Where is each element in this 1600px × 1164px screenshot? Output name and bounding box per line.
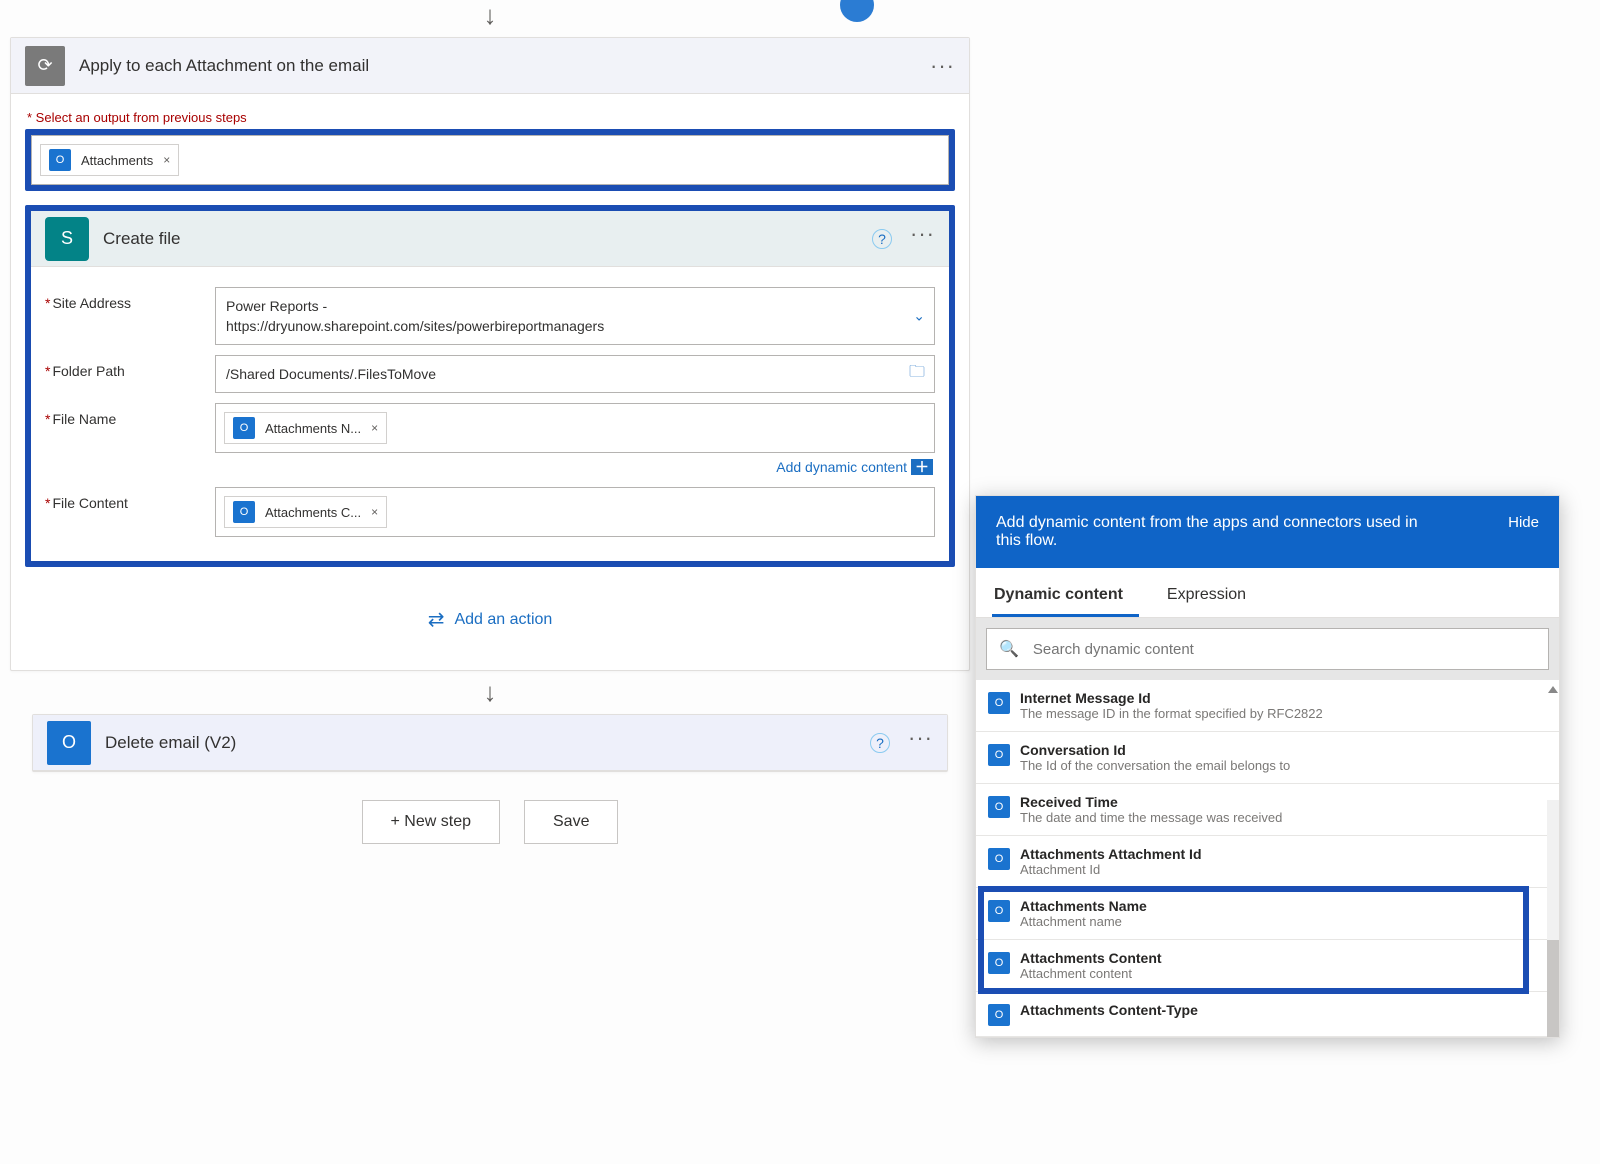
dynamic-content-item[interactable]: O Conversation Id The Id of the conversa… [976,732,1559,784]
file-name-row: *File Name O Attachments N... × [45,403,935,477]
outlook-icon: O [988,796,1010,818]
add-an-action-button[interactable]: ⇄ Add an action [25,567,955,656]
folder-picker-icon[interactable]: 🗀 [909,361,925,388]
dc-item-title: Conversation Id [1020,742,1290,758]
outlook-icon: O [49,149,71,171]
outlook-icon: O [988,1004,1010,1026]
dc-item-description: The Id of the conversation the email bel… [1020,758,1290,773]
loop-icon: ⟳ [25,46,65,86]
outlook-icon: O [988,692,1010,714]
transfer-icon: ⇄ [428,607,445,632]
dc-item-title: Attachments Content-Type [1020,1002,1198,1018]
help-button[interactable]: ? [872,229,892,249]
folder-path-input[interactable]: /Shared Documents/.FilesToMove [215,355,935,393]
file-name-input[interactable]: O Attachments N... × [215,403,935,453]
tab-expression[interactable]: Expression [1165,580,1262,617]
scrollbar-thumb[interactable] [1547,940,1559,1037]
dynamic-tabs: Dynamic content Expression [976,568,1559,618]
apply-to-each-header[interactable]: ⟳ Apply to each Attachment on the email … [11,38,969,94]
delete-email-title: Delete email (V2) [105,733,870,753]
flow-canvas: ↓ ⟳ Apply to each Attachment on the emai… [10,0,970,872]
attachments-selection-highlight: O Attachments × [25,129,955,191]
add-dynamic-content-link[interactable]: Add dynamic content＋ [215,457,933,477]
save-button[interactable]: Save [524,800,618,844]
dynamic-content-header: Add dynamic content from the apps and co… [976,496,1559,568]
dynamic-content-item[interactable]: O Internet Message Id The message ID in … [976,680,1559,732]
output-select-field[interactable]: O Attachments × [31,135,949,185]
new-step-button[interactable]: + New step [362,800,500,844]
outlook-icon: O [988,848,1010,870]
delete-email-more-button[interactable]: ··· [908,733,933,753]
chevron-down-icon[interactable]: ⌄ [913,308,925,325]
folder-path-row: *Folder Path /Shared Documents/.FilesToM… [45,355,935,393]
file-content-row: *File Content O Attachments C... × [45,487,935,537]
create-file-title: Create file [103,229,872,249]
attachments-name-content-highlight [978,886,1529,994]
dc-item-title: Internet Message Id [1020,690,1323,706]
arrow-down-icon: ↓ [10,0,970,31]
select-output-label: * Select an output from previous steps [27,110,953,125]
dc-item-description: Attachment Id [1020,862,1202,877]
more-menu-button[interactable]: ··· [930,61,955,71]
site-address-row: *Site Address Power Reports - https://dr… [45,287,935,345]
delete-email-card: O Delete email (V2) ? ··· [32,714,948,772]
plus-icon: ＋ [911,459,933,475]
dynamic-content-item[interactable]: O Received Time The date and time the me… [976,784,1559,836]
create-file-more-button[interactable]: ··· [910,229,935,249]
dynamic-content-item[interactable]: O Attachments Attachment Id Attachment I… [976,836,1559,888]
remove-token-button[interactable]: × [163,153,170,167]
help-button[interactable]: ? [870,733,890,753]
scroll-up-icon[interactable] [1548,686,1558,693]
dynamic-content-list[interactable]: O Internet Message Id The message ID in … [976,680,1559,1037]
create-file-header[interactable]: S Create file ? ··· [31,211,949,267]
outlook-icon: O [988,744,1010,766]
apply-to-each-title: Apply to each Attachment on the email [79,56,930,76]
delete-email-header[interactable]: O Delete email (V2) ? ··· [33,715,947,771]
dc-item-title: Attachments Attachment Id [1020,846,1202,862]
outlook-icon: O [47,721,91,765]
dc-item-title: Received Time [1020,794,1282,810]
search-icon: 🔍 [999,639,1019,659]
dynamic-content-item[interactable]: O Attachments Content-Type [976,992,1559,1037]
apply-to-each-card: ⟳ Apply to each Attachment on the email … [10,37,970,671]
remove-token-button[interactable]: × [371,421,378,435]
search-dynamic-content[interactable]: 🔍 [986,628,1549,670]
dc-item-description: The message ID in the format specified b… [1020,706,1323,721]
create-file-highlight: S Create file ? ··· *Site Address Power … [25,205,955,567]
attachments-token[interactable]: O Attachments × [40,144,179,176]
file-content-token[interactable]: O Attachments C... × [224,496,387,528]
site-address-input[interactable]: Power Reports - https://dryunow.sharepoi… [215,287,935,345]
remove-token-button[interactable]: × [371,505,378,519]
dynamic-content-panel: Add dynamic content from the apps and co… [975,495,1560,1038]
hide-panel-button[interactable]: Hide [1508,514,1539,531]
search-input[interactable] [1033,641,1536,658]
arrow-down-icon: ↓ [10,677,970,708]
sharepoint-icon: S [45,217,89,261]
token-label: Attachments [81,153,153,168]
file-name-token[interactable]: O Attachments N... × [224,412,387,444]
file-content-input[interactable]: O Attachments C... × [215,487,935,537]
tab-dynamic-content[interactable]: Dynamic content [992,580,1139,617]
outlook-icon: O [233,417,255,439]
outlook-icon: O [233,501,255,523]
dc-item-description: The date and time the message was receiv… [1020,810,1282,825]
